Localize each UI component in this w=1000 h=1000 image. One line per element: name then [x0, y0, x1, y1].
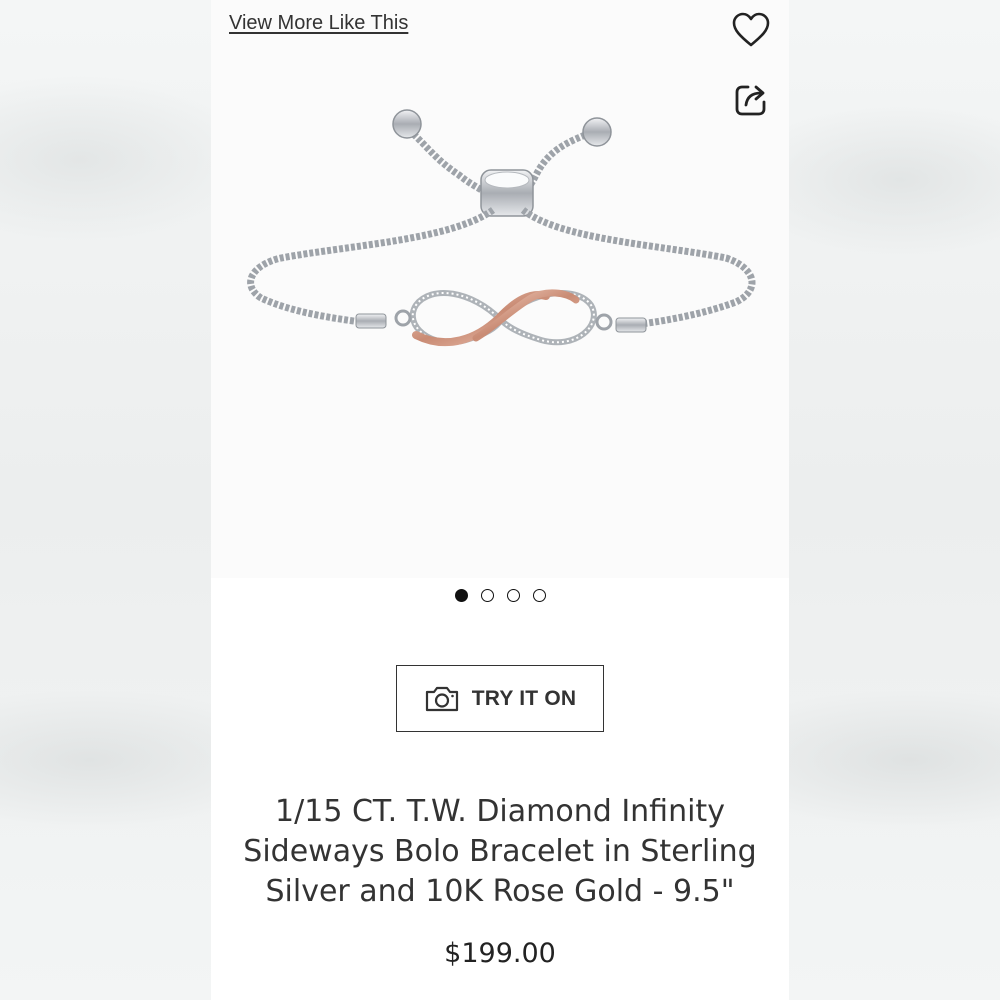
carousel-dot-3[interactable] — [506, 589, 520, 602]
camera-icon — [425, 686, 458, 711]
favorite-button[interactable] — [729, 8, 773, 52]
carousel-pagination — [211, 589, 789, 602]
product-page: View More Like This TRY IT ON 1/15 CT. T… — [211, 0, 789, 1000]
bracelet-image — [247, 109, 756, 347]
carousel-dot-1[interactable] — [454, 589, 468, 602]
carousel-dot-4[interactable] — [532, 589, 546, 602]
heart-icon — [732, 12, 770, 47]
product-price: $199.00 — [444, 938, 556, 969]
product-image-area[interactable]: View More Like This — [211, 0, 789, 578]
product-title: 1/15 CT. T.W. Diamond Infinity Sideways … — [243, 794, 757, 909]
view-more-like-this-link[interactable]: View More Like This — [229, 12, 408, 35]
try-it-on-label: TRY IT ON — [471, 686, 577, 710]
carousel-dot-2[interactable] — [480, 589, 494, 602]
try-it-on-button[interactable]: TRY IT ON — [396, 665, 604, 732]
